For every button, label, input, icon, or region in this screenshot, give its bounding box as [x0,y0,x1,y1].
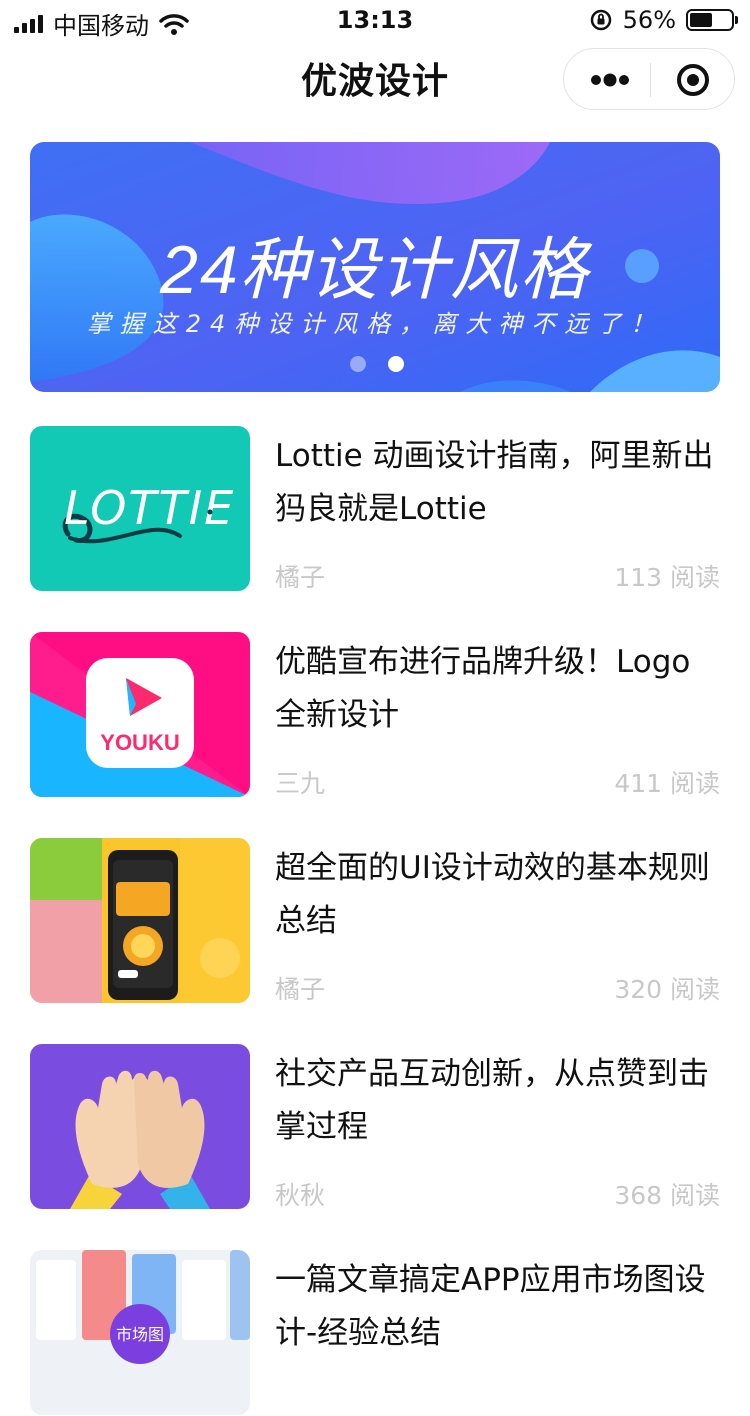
article-title: 优酷宣布进行品牌升级！Logo全新设计 [275,644,691,733]
article-item[interactable]: 超全面的UI设计动效的基本规则总结 橘子 320 阅读 [30,838,720,1004]
youku-logo-text: YOUKU [100,730,179,755]
article-title: 超全面的UI设计动效的基本规则总结 [275,850,710,939]
article-title: 一篇文章搞定APP应用市场图设计-经验总结 [275,1262,706,1351]
article-thumbnail-lottie: LOTTIE [30,426,250,591]
banner-title: 24种设计风格 [160,232,590,308]
article-thumbnail-youku: YOUKU [30,632,250,797]
battery-percent: 56% [622,6,676,34]
carousel-dot[interactable] [350,356,366,372]
article-thumbnail-app-mockup [30,838,250,1003]
article-read-count: 368 阅读 [614,1181,720,1210]
article-read-count: 411 阅读 [614,769,720,798]
miniprogram-capsule [563,48,735,110]
article-thumbnail-app-market: 市场图 [30,1250,250,1415]
close-miniprogram-icon[interactable] [676,63,710,97]
article-item[interactable]: 社交产品互动创新，从点赞到击掌过程 秋秋 368 阅读 [30,1044,720,1210]
article-author: 橘子 [275,563,326,592]
battery-fill [690,13,712,27]
battery-icon [686,9,738,31]
article-title: Lottie 动画设计指南，阿里新出犸良就是Lottie [275,438,714,527]
capsule-divider [650,63,651,97]
status-bar: 中国移动 13:13 56% [0,0,750,40]
carousel-indicator [350,356,404,372]
article-read-count: 320 阅读 [614,975,720,1004]
article-read-count: 113 阅读 [614,563,720,592]
article-item[interactable]: 市场图 一篇文章搞定APP应用市场图设计-经验总结 [30,1250,720,1416]
article-item[interactable]: LOTTIE Lottie 动画设计指南，阿里新出犸良就是Lottie 橘子 1… [30,426,720,592]
article-author: 秋秋 [275,1181,326,1210]
article-item[interactable]: YOUKU 优酷宣布进行品牌升级！Logo全新设计 三九 411 阅读 [30,632,720,798]
banner-carousel[interactable]: 24种设计风格 掌握这24种设计风格，离大神不远了！ [30,142,720,392]
article-title: 社交产品互动创新，从点赞到击掌过程 [275,1056,709,1145]
lottie-logo-text: LOTTIE [64,481,235,535]
orientation-lock-icon [590,9,611,31]
thumbnail-label: 市场图 [116,1325,164,1344]
article-thumbnail-high-five [30,1044,250,1209]
article-author: 橘子 [275,975,326,1004]
banner-subtitle: 掌握这24种设计风格，离大神不远了！ [86,310,664,338]
carousel-dot-active[interactable] [388,356,404,372]
article-author: 三九 [275,769,326,798]
status-right: 56% [589,6,738,34]
more-icon[interactable] [590,70,630,90]
